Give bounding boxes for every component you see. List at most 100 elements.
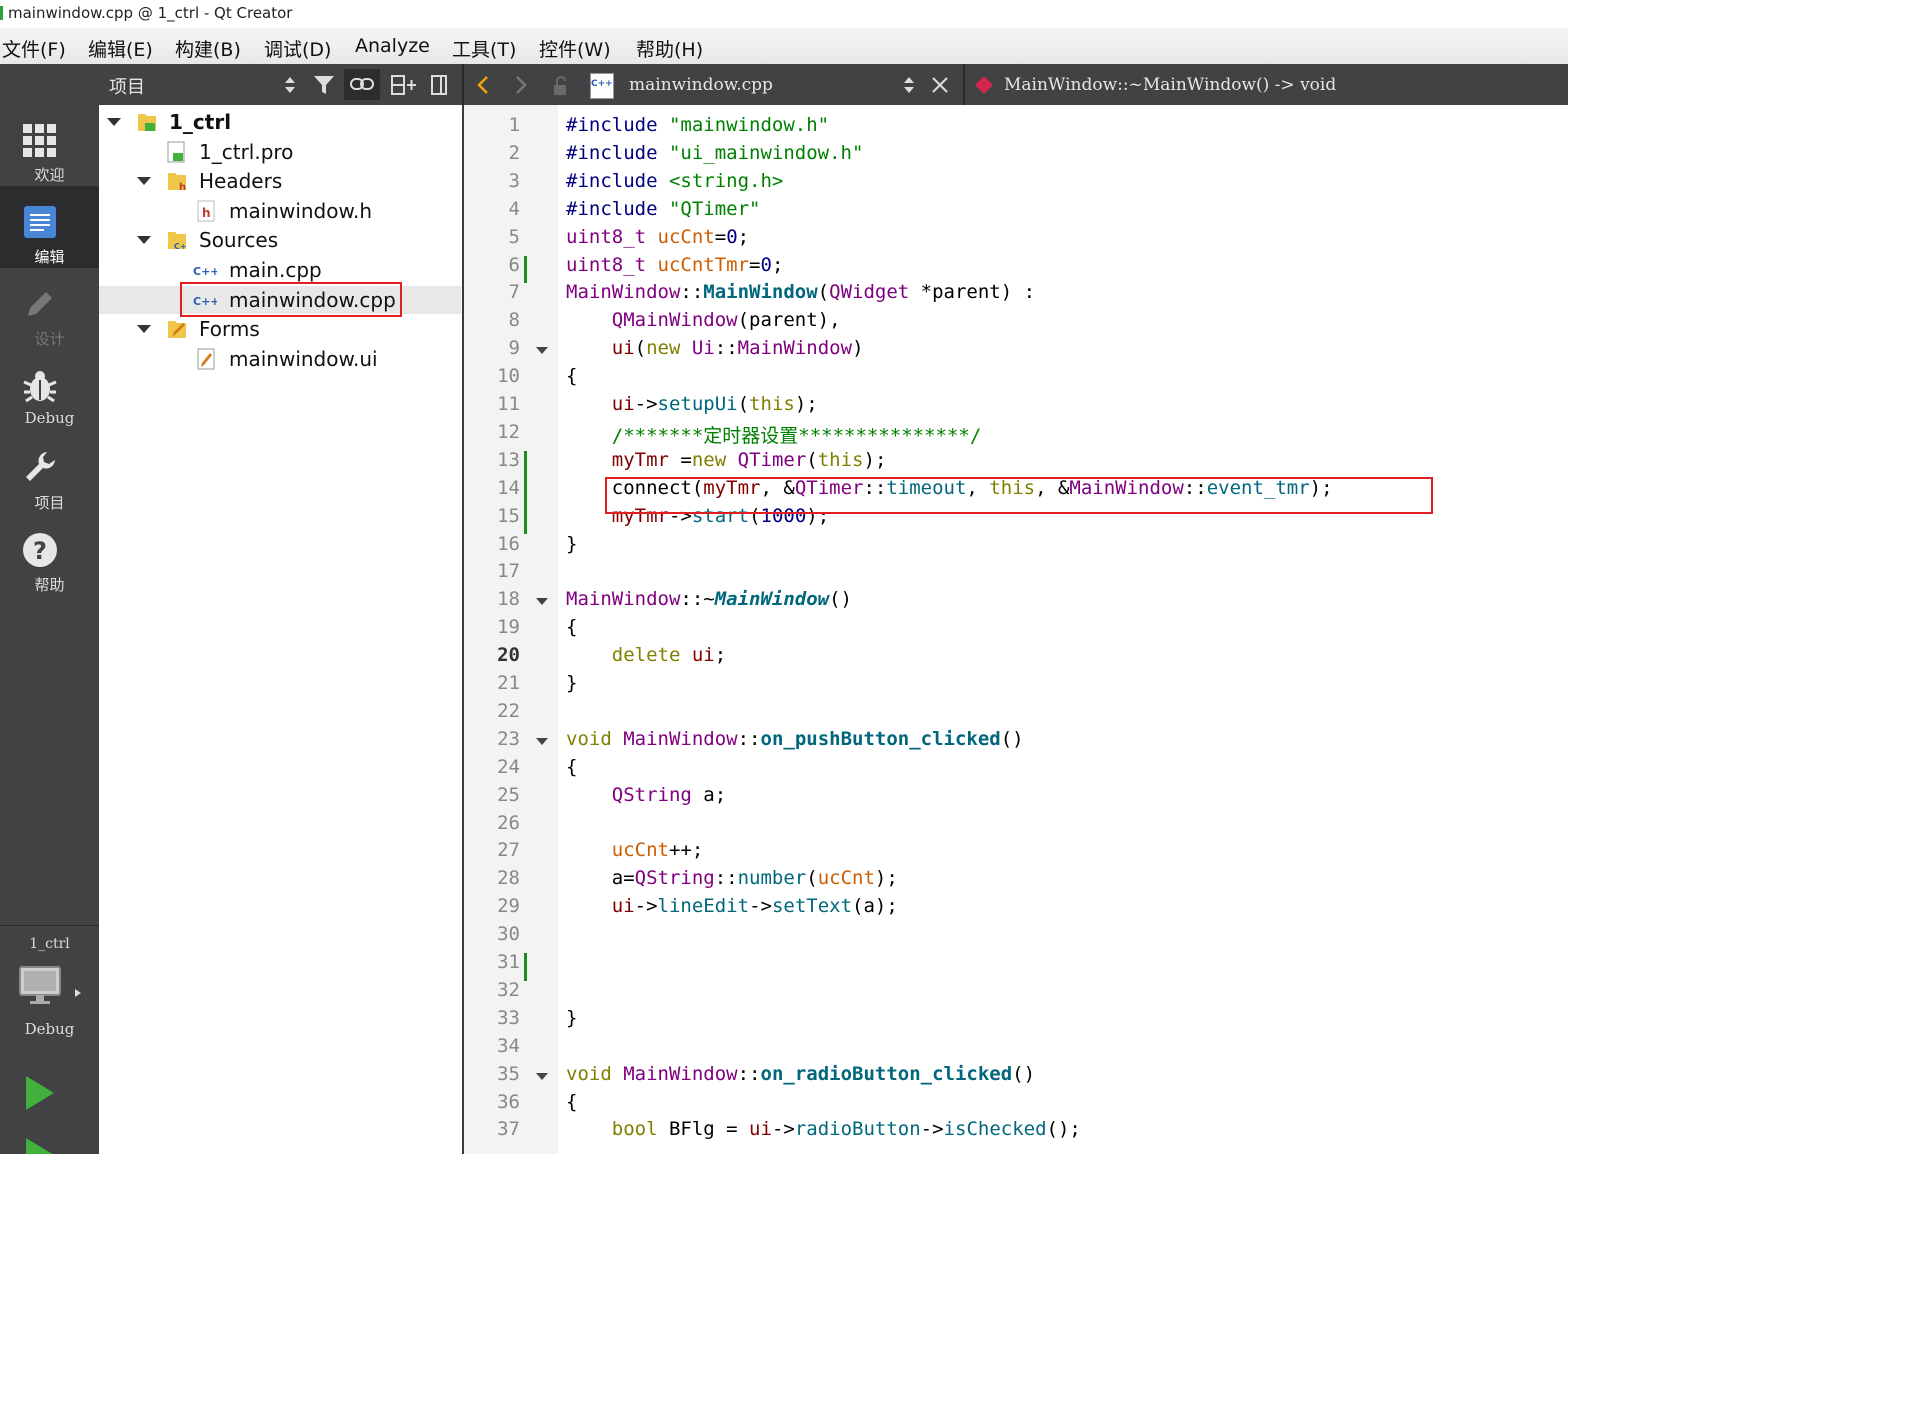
menu-file[interactable]: 文件(F) [2, 35, 66, 62]
menu-tools[interactable]: 工具(T) [452, 35, 516, 62]
code-line[interactable]: #include "mainwindow.h" [566, 114, 829, 136]
tree-item[interactable]: C++ main.cpp [99, 256, 461, 284]
tree-item[interactable]: 1_ctrl.pro [99, 138, 461, 166]
code-line[interactable]: uint8_t ucCntTmr=0; [566, 254, 783, 276]
run-button[interactable] [0, 1064, 99, 1124]
current-symbol[interactable]: MainWindow::~MainWindow() -> void [1004, 75, 1336, 95]
tree-item-label: Headers [199, 169, 283, 194]
mode-welcome[interactable]: 欢迎 [0, 104, 99, 186]
tree-item-label: mainwindow.h [229, 198, 373, 223]
tree-item[interactable]: C+ Sources [99, 226, 461, 254]
fold-arrow-icon[interactable] [536, 598, 548, 606]
code-line[interactable]: } [566, 1007, 577, 1029]
code-line[interactable]: void MainWindow::on_radioButton_clicked(… [566, 1063, 1035, 1085]
link-icon [350, 78, 374, 90]
editor-toolbar: 项目 C++ mainwindow.cpp MainWindow::~MainW… [99, 64, 1568, 105]
expand-arrow-icon[interactable] [137, 177, 151, 186]
toolbar-divider [462, 64, 464, 105]
menu-debug[interactable]: 调试(D) [264, 35, 331, 62]
code-line[interactable]: ucCnt++; [566, 839, 704, 861]
expand-arrow-icon[interactable] [137, 236, 151, 245]
line-number: 28 [497, 867, 520, 890]
code-line[interactable]: a=QString::number(ucCnt); [566, 867, 898, 889]
toolbar-divider-2 [963, 64, 965, 105]
code-line[interactable]: /*******定时器设置***************/ [566, 421, 982, 448]
line-number: 31 [497, 951, 520, 973]
expand-arrow-icon[interactable] [107, 118, 121, 126]
expand-arrow-icon[interactable] [137, 325, 151, 334]
fold-arrow-icon[interactable] [536, 347, 548, 355]
target-selector[interactable]: 1_ctrl Debug [0, 934, 99, 1044]
tree-item-label: Sources [199, 228, 279, 253]
mode-debug[interactable]: Debug [0, 360, 99, 432]
code-line[interactable]: } [566, 672, 577, 694]
code-line[interactable]: MainWindow::MainWindow(QWidget *parent) … [566, 281, 1035, 303]
menu-edit[interactable]: 编辑(E) [88, 35, 153, 62]
debug-run-button[interactable] [0, 1130, 99, 1154]
tree-item[interactable]: h Headers [99, 167, 461, 195]
close-document-icon[interactable] [932, 77, 948, 93]
menu-build[interactable]: 构建(B) [175, 35, 241, 62]
mode-help-label: 帮助 [34, 576, 65, 594]
line-number: 21 [497, 672, 520, 694]
line-number: 15 [497, 504, 520, 527]
line-number: 22 [497, 699, 520, 722]
code-line[interactable]: { [566, 616, 577, 638]
code-line[interactable]: #include "ui_mainwindow.h" [566, 142, 863, 164]
project-view-label: 项目 [109, 77, 145, 98]
fold-arrow-icon[interactable] [536, 737, 548, 745]
app-indicator [0, 6, 3, 20]
change-marker [524, 478, 527, 507]
code-line[interactable]: uint8_t ucCnt=0; [566, 226, 749, 248]
tree-item-label: Forms [199, 317, 260, 342]
code-line[interactable]: bool BFlg = ui->radioButton->isChecked()… [566, 1118, 1081, 1140]
code-line[interactable]: QString a; [566, 784, 726, 806]
target-project-label: 1_ctrl [29, 936, 70, 952]
menu-analyze[interactable]: Analyze [355, 35, 430, 57]
back-arrow-icon[interactable] [476, 75, 490, 95]
split-add-icon[interactable] [391, 75, 417, 95]
code-line[interactable]: myTmr =new QTimer(this); [566, 449, 887, 471]
tree-item[interactable]: mainwindow.ui [99, 345, 461, 373]
link-button[interactable] [344, 69, 380, 100]
document-updown-icon[interactable] [903, 75, 915, 95]
project-folder-icon [137, 111, 157, 138]
forward-arrow-icon[interactable] [514, 75, 528, 95]
code-line[interactable]: { [566, 1091, 577, 1113]
mode-help[interactable]: ? 帮助 [0, 524, 99, 596]
line-number: 3 [508, 169, 520, 192]
mode-projects[interactable]: 项目 [0, 442, 99, 514]
code-line[interactable]: { [566, 365, 577, 387]
mode-edit[interactable]: 编辑 [0, 186, 99, 268]
code-line[interactable]: #include "QTimer" [566, 198, 760, 220]
lock-icon[interactable] [553, 76, 571, 96]
code-line[interactable]: QMainWindow(parent), [566, 309, 841, 331]
code-line[interactable]: { [566, 756, 577, 778]
code-line[interactable]: ui->lineEdit->setText(a); [566, 895, 898, 917]
tree-item[interactable]: Forms [99, 315, 461, 343]
code-line[interactable]: ui(new Ui::MainWindow) [566, 337, 864, 359]
code-line[interactable]: delete ui; [566, 644, 726, 666]
line-number: 10 [497, 365, 520, 388]
fold-arrow-icon[interactable] [536, 1072, 548, 1080]
menu-controls[interactable]: 控件(W) [539, 35, 611, 62]
line-number: 13 [497, 448, 520, 471]
code-editor[interactable]: #include "mainwindow.h" #include "ui_main… [558, 105, 1568, 1154]
code-line[interactable]: MainWindow::~MainWindow() [566, 588, 852, 610]
updown-icon[interactable] [284, 75, 296, 95]
code-line[interactable]: } [566, 533, 577, 555]
menu-help[interactable]: 帮助(H) [636, 35, 703, 62]
code-line[interactable]: #include <string.h> [566, 170, 783, 192]
open-document-name[interactable]: mainwindow.cpp [629, 75, 773, 95]
tree-item[interactable]: 1_ctrl [99, 108, 461, 136]
target-config-label: Debug [24, 1020, 75, 1038]
menu-bar: 文件(F) 编辑(E) 构建(B) 调试(D) Analyze 工具(T) 控件… [0, 28, 1568, 64]
code-line[interactable]: ui->setupUi(this); [566, 393, 818, 415]
line-number: 33 [497, 1006, 520, 1029]
code-line[interactable]: void MainWindow::on_pushButton_clicked() [566, 728, 1024, 750]
filter-icon[interactable] [313, 74, 335, 96]
wrench-icon [26, 452, 55, 481]
close-sidebar-icon[interactable] [431, 75, 447, 95]
mode-design[interactable]: 设计 [0, 278, 99, 350]
tree-item[interactable]: h mainwindow.h [99, 197, 461, 225]
